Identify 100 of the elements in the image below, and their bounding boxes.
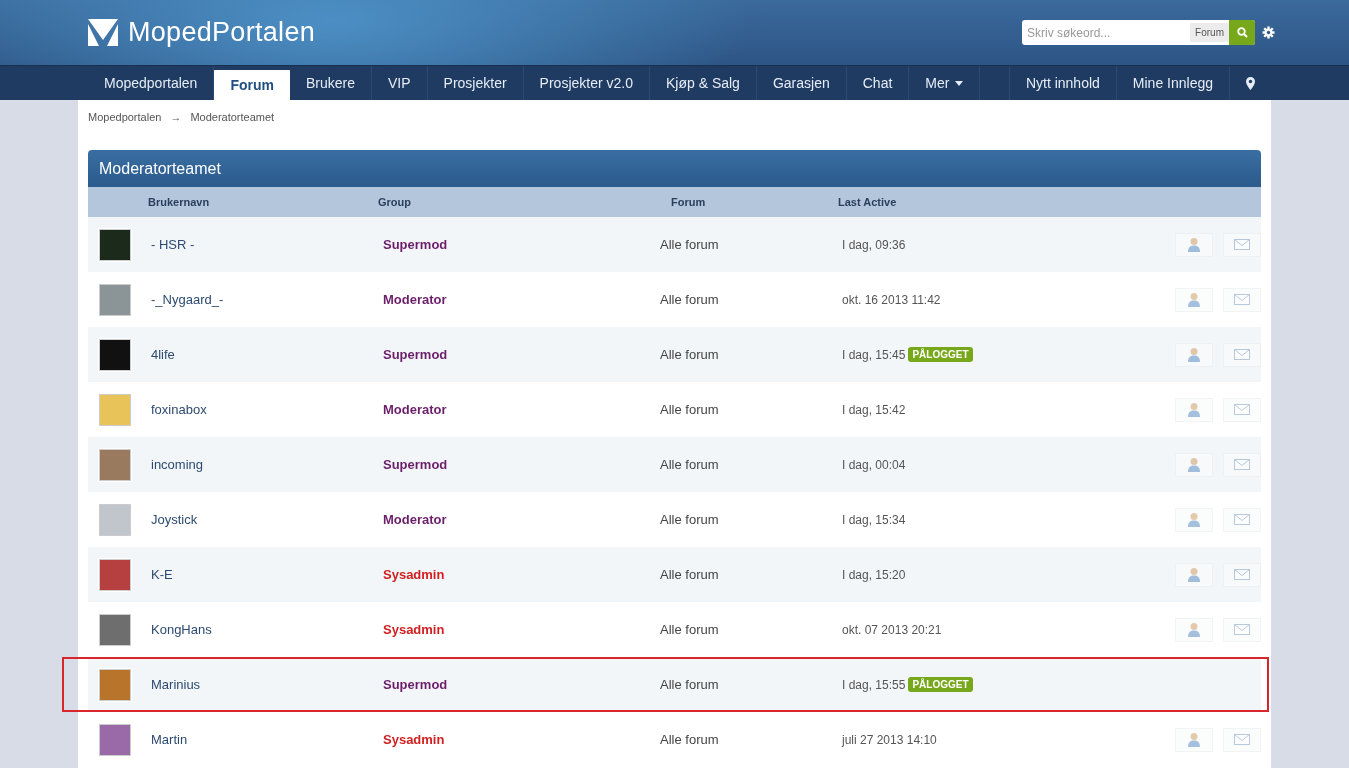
username-link[interactable]: Joystick [151, 512, 198, 527]
forum-cell: Alle forum [660, 732, 719, 747]
username-link[interactable]: - HSR - [151, 237, 195, 252]
forum-cell: Alle forum [660, 237, 719, 252]
group-label: Supermod [383, 237, 448, 252]
avatar-image [99, 613, 131, 646]
username-link[interactable]: -_Nygaard_- [151, 292, 224, 307]
column-header: Forum [671, 196, 706, 208]
group-label: Sysadmin [383, 622, 445, 637]
envelope-icon [1234, 459, 1250, 470]
profile-button[interactable] [1175, 397, 1213, 422]
forum-cell: Alle forum [660, 292, 719, 307]
group-label: Moderator [383, 402, 447, 417]
envelope-icon [1234, 239, 1250, 250]
logo-icon [88, 19, 118, 46]
envelope-icon [1234, 349, 1250, 360]
envelope-icon [1234, 404, 1250, 415]
message-button[interactable] [1223, 397, 1261, 422]
group-label: Moderator [383, 292, 447, 307]
last-active-time: I dag, 15:42 [842, 402, 906, 417]
search-field[interactable]: Skriv søkeord... Forum [1022, 20, 1255, 45]
user-icon [1187, 402, 1201, 417]
breadcrumb-link[interactable]: Mopedportalen [88, 111, 162, 123]
group-label: Sysadmin [383, 567, 445, 582]
message-button[interactable] [1223, 507, 1261, 532]
forum-cell: Alle forum [660, 457, 719, 472]
username-link[interactable]: KongHans [151, 622, 212, 637]
profile-button[interactable] [1175, 617, 1213, 642]
group-label: Supermod [383, 347, 448, 362]
user-icon [1187, 622, 1201, 637]
group-label: Moderator [383, 512, 447, 527]
last-active-time: I dag, 00:04 [842, 457, 906, 472]
avatar-image [99, 668, 131, 701]
profile-button[interactable] [1175, 287, 1213, 312]
username-link[interactable]: 4life [151, 347, 175, 362]
user-icon [1187, 457, 1201, 472]
online-badge: PÅLOGGET [908, 677, 973, 692]
last-active-time: I dag, 09:36 [842, 237, 906, 252]
user-icon [1187, 567, 1201, 582]
user-icon [1187, 732, 1201, 747]
group-label: Sysadmin [383, 732, 445, 747]
user-icon [1187, 347, 1201, 362]
message-button[interactable] [1223, 617, 1261, 642]
last-active-time: I dag, 15:34 [842, 512, 906, 527]
caret-icon [955, 80, 964, 86]
site-title: MopedPortalen [128, 17, 316, 48]
search-scope-label[interactable]: Forum [1190, 23, 1229, 42]
group-label: Supermod [383, 677, 448, 692]
last-active-time: I dag, 15:20 [842, 567, 906, 582]
forum-cell: Alle forum [660, 512, 719, 527]
forum-cell: Alle forum [660, 347, 719, 362]
message-button[interactable] [1223, 342, 1261, 367]
forum-cell: Alle forum [660, 567, 719, 582]
username-link[interactable]: Martin [151, 732, 188, 747]
profile-button[interactable] [1175, 232, 1213, 257]
message-button[interactable] [1223, 287, 1261, 312]
message-button[interactable] [1223, 452, 1261, 477]
avatar-image [99, 393, 131, 426]
settings-icon[interactable] [1262, 26, 1275, 39]
last-active-time: juli 27 2013 14:10 [842, 732, 937, 747]
avatar-image [99, 558, 131, 591]
online-badge: PÅLOGGET [908, 347, 973, 362]
search-icon [1236, 27, 1248, 38]
column-header: Brukernavn [148, 196, 210, 208]
profile-button[interactable] [1175, 507, 1213, 532]
avatar-image [99, 503, 131, 536]
table-title: Moderatorteamet [88, 150, 1261, 187]
forum-cell: Alle forum [660, 677, 719, 692]
column-header: Last Active [838, 196, 897, 208]
user-icon [1187, 292, 1201, 307]
profile-button[interactable] [1175, 342, 1213, 367]
username-link[interactable]: K-E [151, 567, 173, 582]
forum-cell: Alle forum [660, 402, 719, 417]
profile-button[interactable] [1175, 727, 1213, 752]
username-link[interactable]: incoming [151, 457, 204, 472]
envelope-icon [1234, 514, 1250, 525]
message-button[interactable] [1223, 232, 1261, 257]
last-active-time: I dag, 15:55 [842, 677, 906, 692]
user-icon [1187, 237, 1201, 252]
search-button[interactable] [1229, 20, 1255, 45]
breadcrumb-link[interactable]: Moderatorteamet [190, 111, 275, 123]
column-header: Group [378, 196, 411, 208]
user-icon [1187, 512, 1201, 527]
message-button[interactable] [1223, 727, 1261, 752]
avatar-image [99, 338, 131, 371]
group-label: Supermod [383, 457, 448, 472]
avatar-image [99, 283, 131, 316]
profile-button[interactable] [1175, 452, 1213, 477]
profile-button[interactable] [1175, 562, 1213, 587]
map-pin-icon[interactable] [1246, 76, 1255, 90]
envelope-icon [1234, 624, 1250, 635]
avatar-image [99, 723, 131, 756]
avatar-image [99, 448, 131, 481]
username-link[interactable]: foxinabox [151, 402, 207, 417]
nav-tab[interactable]: Forum [214, 70, 290, 100]
last-active-time: okt. 07 2013 20:21 [842, 622, 942, 637]
envelope-icon [1234, 569, 1250, 580]
username-link[interactable]: Marinius [151, 677, 201, 692]
message-button[interactable] [1223, 562, 1261, 587]
last-active-time: I dag, 15:45 [842, 347, 906, 362]
